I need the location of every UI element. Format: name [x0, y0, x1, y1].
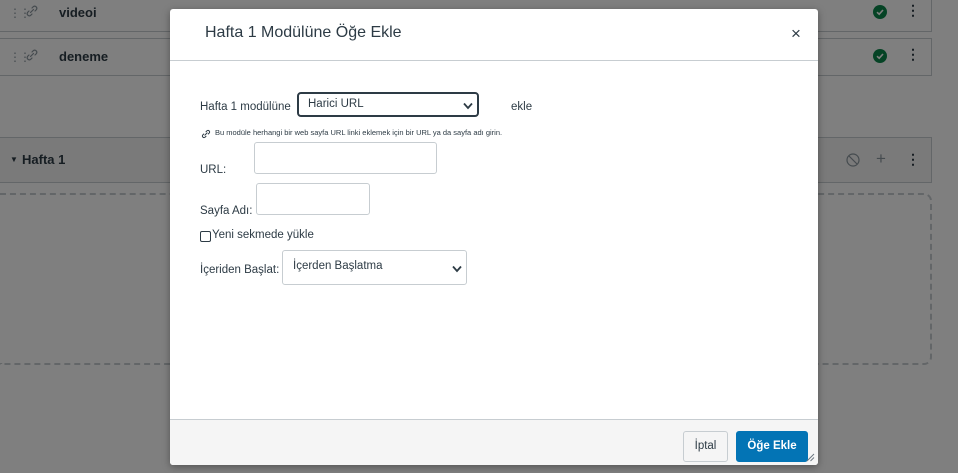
indent-select[interactable]: İçerden Başlatma [282, 250, 467, 285]
resize-handle-icon[interactable] [805, 452, 815, 462]
dialog-title: Hafta 1 Modülüne Öğe Ekle [205, 24, 402, 41]
close-icon[interactable]: × [791, 24, 801, 44]
url-label: URL: [200, 164, 227, 176]
new-tab-checkbox[interactable] [200, 231, 211, 242]
link-icon [201, 129, 211, 139]
new-tab-label[interactable]: Yeni sekmede yükle [212, 229, 314, 241]
page-name-input[interactable] [256, 183, 370, 215]
url-input[interactable] [254, 142, 437, 174]
dialog-footer: İptal Öğe Ekle [170, 419, 818, 465]
item-type-select[interactable]: Harici URL [297, 92, 479, 117]
item-type-value: Harici URL [308, 98, 364, 110]
hint-text: Bu modüle herhangi bir web sayfa URL lin… [215, 128, 503, 137]
indent-label: İçeriden Başlat: [200, 264, 280, 276]
dialog-header: Hafta 1 Modülüne Öğe Ekle × [170, 9, 818, 61]
module-suffix-label: ekle [511, 101, 533, 113]
chevron-down-icon [463, 102, 473, 110]
indent-value: İçerden Başlatma [293, 260, 383, 272]
cancel-button[interactable]: İptal [683, 431, 728, 462]
module-prefix-label: Hafta 1 modülüne [200, 101, 291, 113]
add-item-button[interactable]: Öğe Ekle [736, 431, 808, 462]
page-name-label: Sayfa Adı: [200, 205, 253, 217]
add-item-dialog: Hafta 1 Modülüne Öğe Ekle × Hafta 1 modü… [170, 9, 818, 465]
chevron-down-icon [452, 265, 462, 273]
